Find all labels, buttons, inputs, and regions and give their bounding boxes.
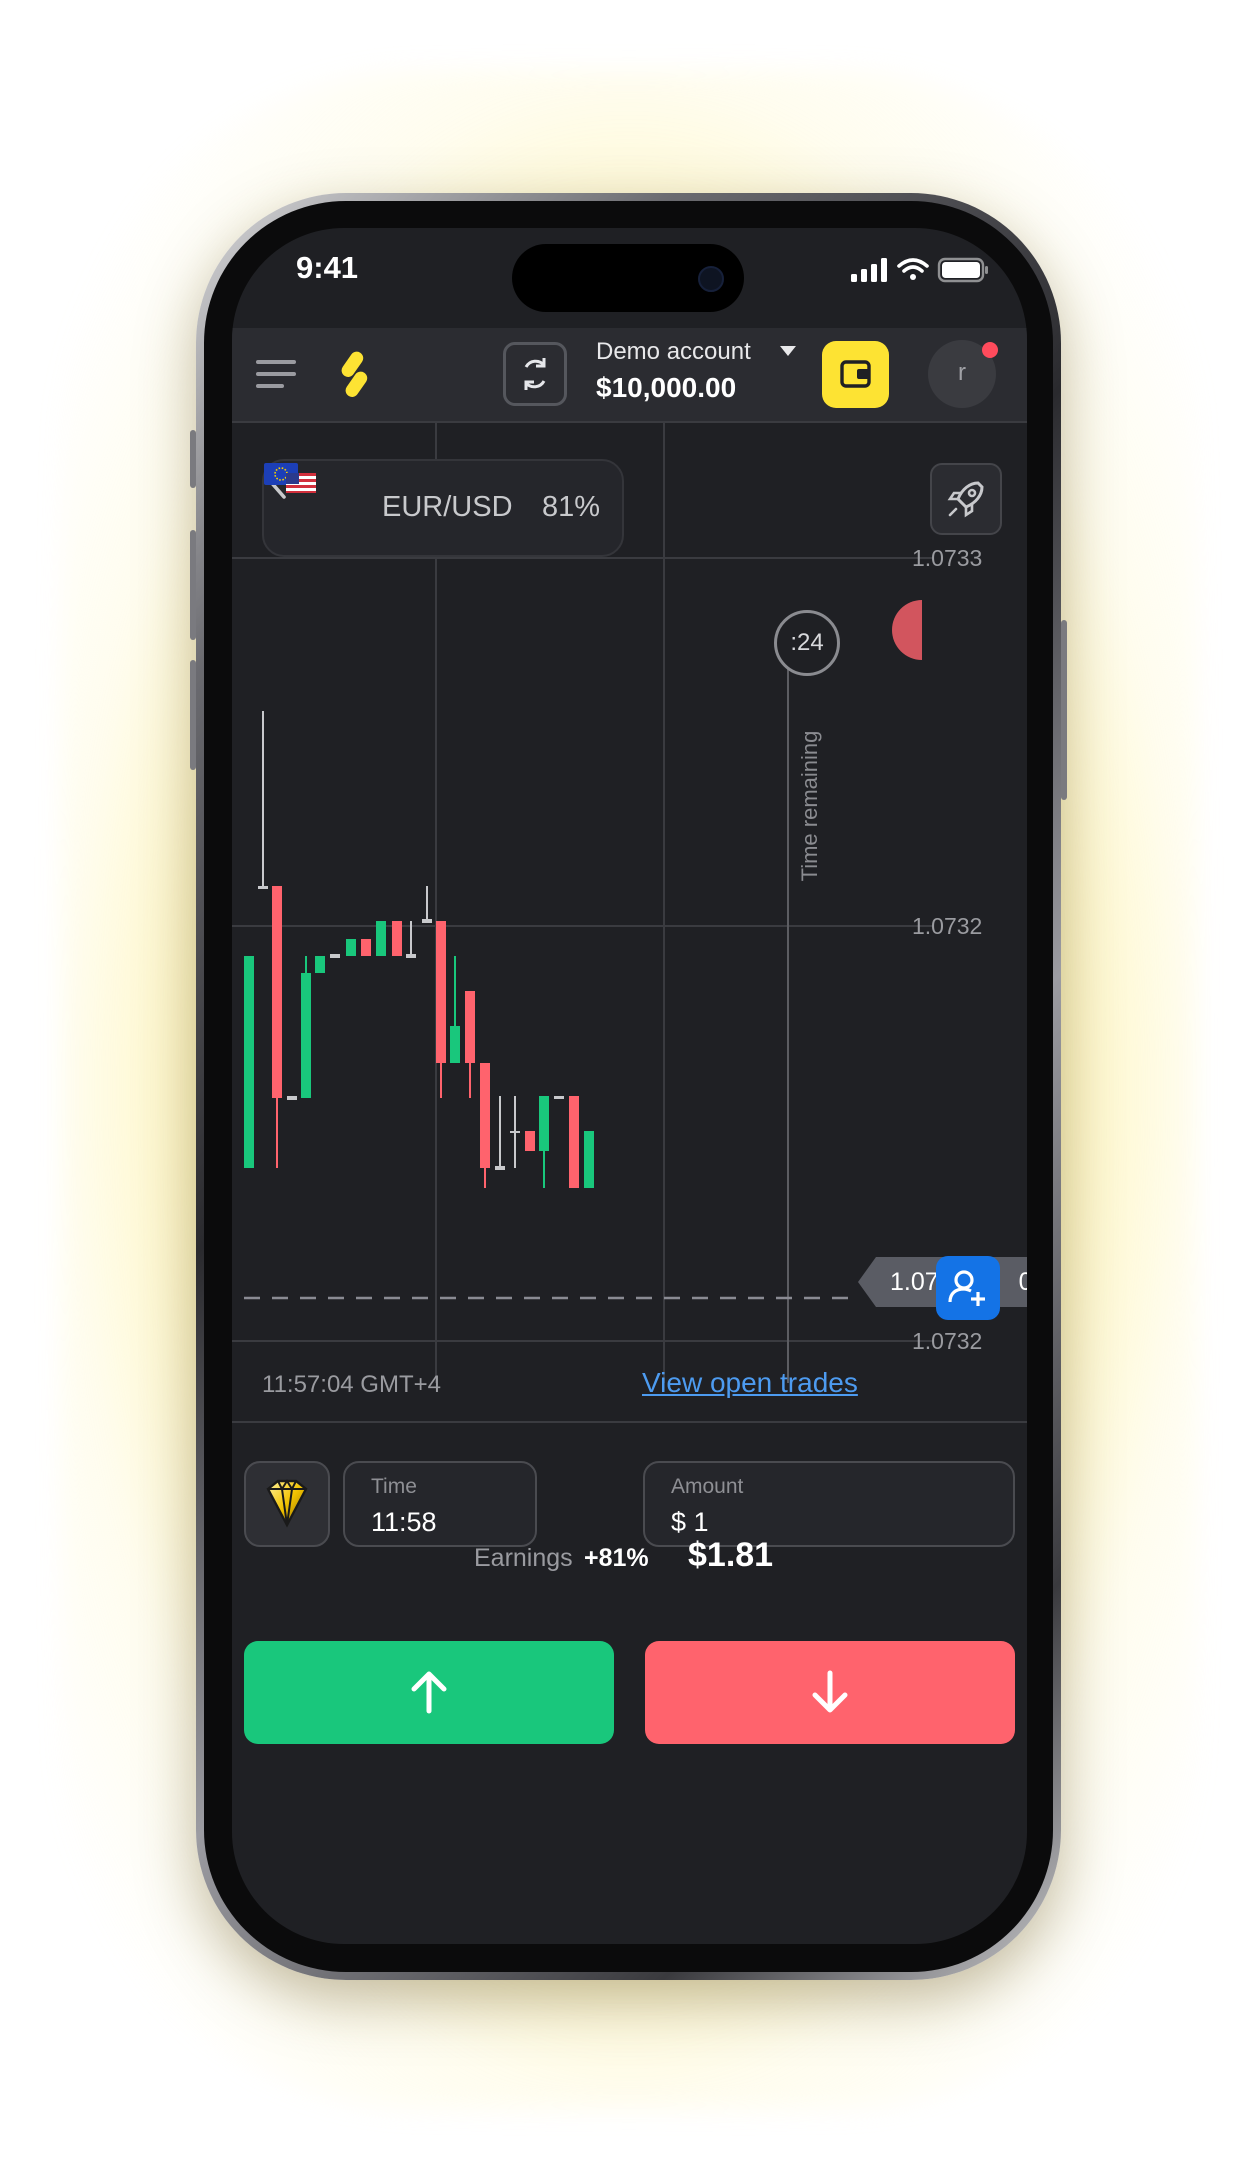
candle-body — [465, 991, 475, 1063]
menu-icon[interactable] — [256, 356, 296, 392]
top-bar: Demo account $10,000.00 r — [232, 328, 1027, 423]
account-balance: $10,000.00 — [596, 372, 737, 403]
dynamic-island — [512, 244, 744, 312]
candlestick-chart[interactable] — [232, 423, 1027, 1393]
candle-body — [422, 919, 432, 923]
view-open-trades-link[interactable]: View open trades — [642, 1367, 858, 1399]
price-axis-label: 1.0732 — [912, 913, 983, 939]
candle-body — [554, 1096, 564, 1099]
candle-body — [480, 1063, 490, 1168]
notification-dot — [982, 342, 998, 358]
wallet-icon — [840, 360, 871, 388]
time-remaining-label: Time remaining — [797, 730, 822, 882]
time-field-value[interactable]: 11:58 — [371, 1507, 437, 1538]
candle-body — [539, 1096, 549, 1151]
current-price-tail: 0 — [1018, 1268, 1027, 1296]
amount-field-value[interactable]: $ 1 — [671, 1507, 709, 1538]
earnings-value: $1.81 — [688, 1536, 774, 1574]
account-type-label[interactable]: Demo account — [596, 338, 751, 366]
candle-body — [272, 886, 282, 1098]
candle-body — [244, 956, 254, 1168]
candle-body — [376, 921, 386, 956]
rocket-button[interactable] — [930, 463, 1002, 535]
status-time: 9:41 — [296, 250, 359, 285]
wallet-button[interactable] — [822, 341, 889, 408]
signal-icon — [851, 258, 887, 282]
candle-body — [406, 954, 416, 958]
candle-body — [510, 1131, 520, 1133]
amount-field-label: Amount — [671, 1475, 744, 1498]
switch-account-button[interactable] — [503, 342, 567, 406]
price-axis-label: 1.0732 — [912, 1328, 983, 1354]
add-user-button[interactable] — [936, 1256, 1000, 1320]
candle-body — [301, 973, 311, 1098]
rocket-icon — [947, 481, 984, 518]
trade-down-button[interactable] — [645, 1641, 1015, 1744]
phone-volume-down — [190, 660, 196, 770]
app-screen: 9:41 Demo account $10,000.00 r EUR/USD 8… — [232, 228, 1027, 1944]
candle-body — [495, 1166, 505, 1170]
phone-volume-up — [190, 530, 196, 640]
countdown-timer: :24 — [774, 610, 840, 676]
status-bar: 9:41 — [232, 228, 1027, 328]
diamond-icon — [266, 1479, 308, 1528]
asset-name: EUR/USD — [382, 491, 513, 523]
diamond-button[interactable] — [244, 1461, 330, 1547]
price-chart[interactable]: EUR/USD 81% 1.0733 1.0732 1.0732 :24 Tim… — [232, 423, 1027, 1393]
candle-body — [392, 921, 402, 956]
candle-body — [287, 1096, 297, 1100]
candle-body — [315, 956, 325, 973]
logo-icon[interactable] — [332, 350, 372, 400]
divider — [232, 1421, 1027, 1423]
phone-side-button — [190, 430, 196, 488]
candle-body — [525, 1131, 535, 1151]
trade-up-button[interactable] — [244, 1641, 614, 1744]
us-flag-icon — [286, 473, 316, 493]
candle-body — [436, 921, 446, 1063]
candle-body — [361, 939, 371, 956]
candle-body — [450, 1026, 460, 1063]
chart-clock: 11:57:04 GMT+4 — [262, 1371, 441, 1398]
candle-body — [330, 954, 340, 958]
status-icons — [851, 257, 988, 283]
currency-flags — [264, 463, 316, 493]
candle-body — [346, 939, 356, 956]
candle-body — [584, 1131, 594, 1188]
phone-power-button — [1061, 620, 1067, 800]
earnings-percent: +81% — [584, 1544, 649, 1572]
chevron-down-icon[interactable] — [780, 346, 796, 356]
candles-group — [244, 711, 594, 1188]
arrow-down-icon — [812, 1670, 848, 1713]
price-axis-label: 1.0733 — [912, 545, 983, 571]
asset-payout: 81% — [542, 491, 601, 523]
time-field-label: Time — [371, 1475, 417, 1498]
asset-selector[interactable]: EUR/USD 81% — [262, 459, 624, 557]
marker-mask — [922, 593, 1027, 673]
battery-icon — [937, 257, 988, 283]
candle-body — [569, 1096, 579, 1188]
time-field[interactable]: Time 11:58 — [343, 1461, 537, 1547]
amount-field[interactable]: Amount $ 1 — [643, 1461, 1015, 1547]
wifi-icon — [897, 258, 929, 280]
add-user-icon — [948, 1270, 985, 1306]
arrow-up-icon — [411, 1671, 447, 1714]
earnings-label: Earnings — [474, 1544, 573, 1572]
switch-account-icon — [524, 358, 546, 390]
candle-body — [258, 886, 268, 889]
